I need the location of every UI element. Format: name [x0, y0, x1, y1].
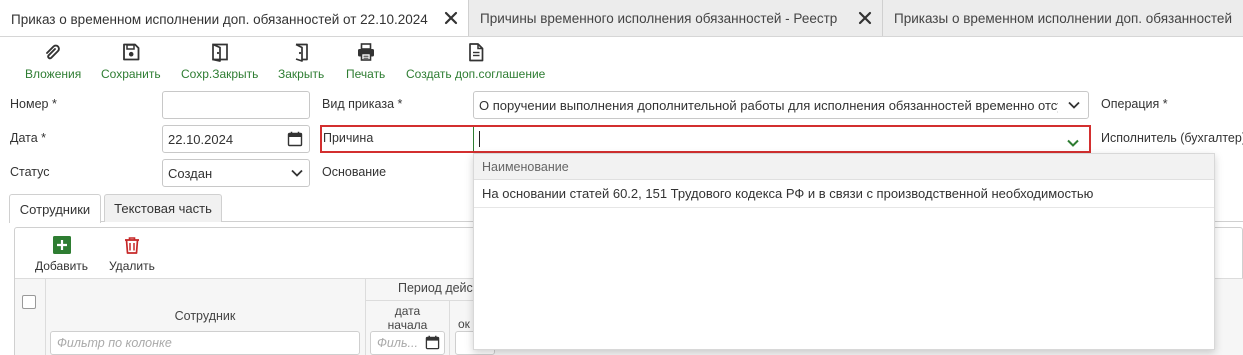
number-label: Номер * — [10, 97, 57, 111]
plus-icon — [52, 236, 71, 254]
col-start-date-header: дата начала — [387, 304, 428, 332]
floppy-disk-icon — [122, 43, 140, 61]
close-button[interactable]: Закрыть — [278, 42, 324, 81]
print-label: Печать — [346, 67, 386, 81]
add-label: Добавить — [35, 259, 89, 273]
printer-icon — [357, 43, 374, 61]
delete-label: Удалить — [109, 259, 155, 273]
tab-reasons-registry[interactable]: Причины временного исполнения обязанност… — [469, 0, 883, 36]
create-agreement-label: Создать доп.соглашение — [406, 67, 546, 81]
calendar-icon[interactable] — [287, 131, 303, 147]
create-agreement-button[interactable]: Создать доп.соглашение — [406, 42, 545, 81]
divider — [366, 300, 476, 301]
reason-dropdown: Наименование На основании статей 60.2, 1… — [473, 153, 1215, 350]
tab-label: Приказ о временном исполнении доп. обяза… — [11, 11, 428, 27]
order-type-select[interactable]: О поручении выполнения дополнительной ра… — [473, 91, 1089, 119]
save-label: Сохранить — [101, 67, 161, 81]
chevron-down-icon — [1068, 101, 1080, 109]
calendar-icon[interactable] — [425, 335, 440, 354]
date-input[interactable]: 22.10.2024 — [162, 125, 310, 153]
tab-text-part[interactable]: Текстовая часть — [104, 194, 222, 222]
toolbar: Вложения Сохранить Сохр.Закрыть Закрыть … — [0, 38, 1243, 86]
chevron-down-icon — [291, 169, 303, 177]
save-button[interactable]: Сохранить — [101, 42, 161, 81]
employee-filter-input[interactable]: Фильтр по колонке — [50, 331, 360, 355]
dropdown-option[interactable]: На основании статей 60.2, 151 Трудового … — [474, 180, 1214, 208]
text-caret — [479, 131, 480, 147]
select-all-checkbox[interactable] — [22, 295, 36, 309]
col-end-date-header: ок — [458, 317, 470, 331]
dropdown-header: Наименование — [474, 154, 1214, 180]
print-button[interactable]: Печать — [346, 42, 385, 81]
close-icon[interactable] — [444, 11, 458, 25]
delete-button[interactable]: Удалить — [109, 236, 155, 273]
save-close-button[interactable]: Сохр.Закрыть — [181, 42, 258, 81]
status-select[interactable]: Создан — [162, 159, 310, 187]
reason-input[interactable] — [473, 127, 1089, 151]
save-close-icon — [211, 43, 228, 62]
attachments-button[interactable]: Вложения — [25, 42, 81, 81]
executor-label: Исполнитель (бухгалтер) — [1101, 131, 1243, 145]
order-type-label: Вид приказа * — [322, 97, 403, 111]
tab-orders-registry[interactable]: Приказы о временном исполнении доп. обяз… — [883, 0, 1243, 36]
add-button[interactable]: Добавить — [35, 236, 88, 273]
close-icon[interactable] — [858, 11, 872, 25]
document-tab-bar: Приказ о временном исполнении доп. обяза… — [0, 0, 1243, 37]
col-employee-header: Сотрудник — [174, 309, 236, 323]
order-form-window: { "tabs": [ {"label": "Приказ о временно… — [0, 0, 1243, 355]
trash-icon — [124, 237, 139, 254]
tab-current-order[interactable]: Приказ о временном исполнении доп. обяза… — [0, 0, 469, 36]
divider — [449, 300, 450, 355]
close-label: Закрыть — [278, 67, 325, 81]
attachments-label: Вложения — [25, 67, 82, 81]
tab-employees[interactable]: Сотрудники — [9, 194, 101, 223]
tab-label: Приказы о временном исполнении доп. обяз… — [894, 11, 1232, 26]
reason-label: Причина — [323, 131, 374, 145]
start-date-filter-input[interactable]: Филь... — [370, 331, 445, 355]
chevron-down-icon[interactable] — [1067, 135, 1079, 150]
paperclip-icon — [46, 44, 60, 60]
door-icon — [295, 43, 308, 62]
date-label: Дата * — [10, 131, 47, 145]
operation-label: Операция * — [1101, 97, 1168, 111]
basis-label: Основание — [322, 165, 387, 179]
number-input[interactable] — [162, 91, 310, 119]
document-icon — [468, 43, 484, 62]
tab-label: Причины временного исполнения обязанност… — [480, 11, 838, 26]
save-close-label: Сохр.Закрыть — [181, 67, 259, 81]
status-label: Статус — [10, 165, 50, 179]
